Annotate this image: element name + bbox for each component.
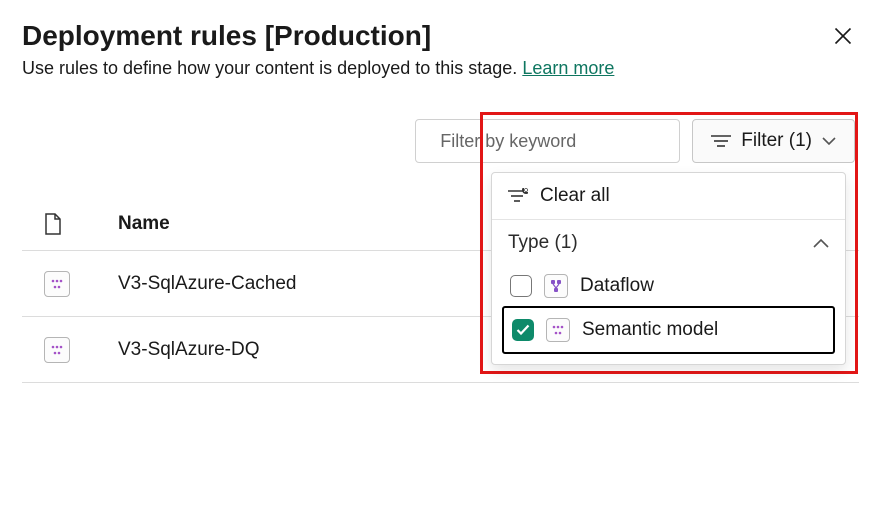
file-icon <box>44 213 62 235</box>
filter-icon <box>711 134 731 148</box>
subtitle: Use rules to define how your content is … <box>22 58 859 79</box>
filter-button[interactable]: Filter (1) <box>692 119 855 163</box>
search-input[interactable] <box>438 130 674 153</box>
chevron-up-icon <box>813 238 829 248</box>
filter-group-header[interactable]: Type (1) <box>492 220 845 266</box>
option-label: Dataflow <box>580 275 654 297</box>
close-icon <box>833 26 853 46</box>
dataflow-icon <box>544 274 568 298</box>
search-input-wrap[interactable] <box>415 119 680 163</box>
filter-button-label: Filter (1) <box>741 130 812 152</box>
filter-option-dataflow[interactable]: Dataflow <box>502 266 835 306</box>
check-icon <box>516 324 530 336</box>
filter-option-semantic-model[interactable]: Semantic model <box>502 306 835 354</box>
clear-all-label: Clear all <box>540 185 610 207</box>
semantic-model-icon <box>44 337 70 363</box>
semantic-model-icon <box>546 318 570 342</box>
learn-more-link[interactable]: Learn more <box>522 58 614 78</box>
filter-popover: Clear all Type (1) Dataflow <box>491 172 846 365</box>
semantic-model-icon <box>44 271 70 297</box>
clear-filter-icon <box>508 188 528 204</box>
option-label: Semantic model <box>582 319 718 341</box>
subtitle-text: Use rules to define how your content is … <box>22 58 517 78</box>
clear-all-button[interactable]: Clear all <box>492 173 845 220</box>
checkbox[interactable] <box>510 275 532 297</box>
page-title: Deployment rules [Production] <box>22 20 431 52</box>
close-button[interactable] <box>827 20 859 52</box>
checkbox-checked[interactable] <box>512 319 534 341</box>
chevron-down-icon <box>822 137 836 145</box>
type-header-label: Type (1) <box>508 232 578 254</box>
